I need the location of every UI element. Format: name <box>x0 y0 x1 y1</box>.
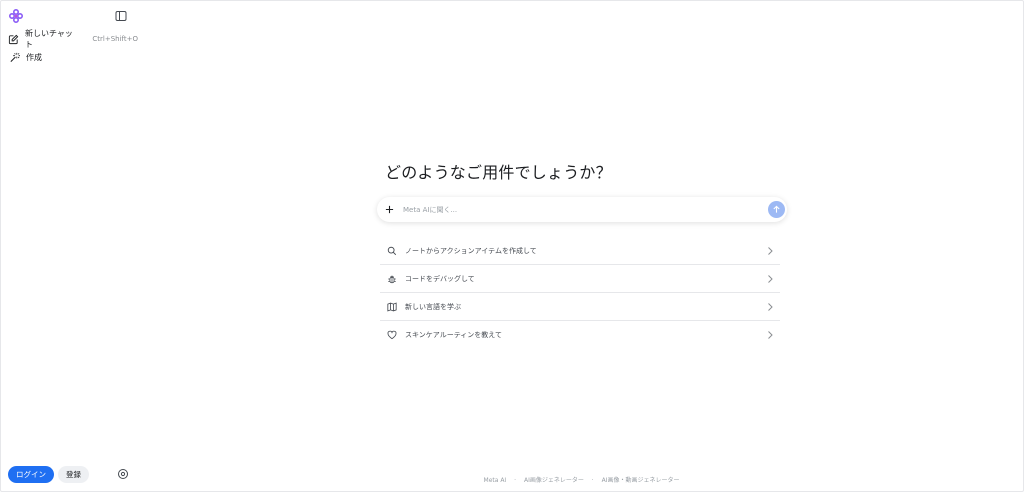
chevron-right-icon <box>768 331 773 339</box>
meta-ai-logo-icon[interactable] <box>8 8 24 24</box>
arrow-up-icon <box>773 205 780 213</box>
suggestion-item[interactable]: 新しい言語を学ぶ <box>380 293 780 321</box>
chevron-right-icon <box>768 275 773 283</box>
edit-icon <box>8 33 19 45</box>
new-chat-label: 新しいチャット <box>25 29 73 49</box>
ask-bar <box>377 197 787 222</box>
chevron-right-icon <box>768 303 773 311</box>
footer-link-image-video-generator[interactable]: AI画像・動画ジェネレーター <box>602 477 680 484</box>
footer-links: Meta AI · AI画像ジェネレーター · AI画像・動画ジェネレーター <box>0 475 1024 484</box>
magic-wand-icon <box>8 51 20 63</box>
sidebar: 新しいチャット Ctrl+Shift+O 作成 ログイン 登録 <box>0 0 138 492</box>
create-label: 作成 <box>26 52 42 62</box>
heart-icon <box>386 329 398 341</box>
suggestion-label: 新しい言語を学ぶ <box>405 302 461 311</box>
page-title: どのようなご用件でしょうか？ <box>385 163 612 182</box>
chevron-right-icon <box>768 247 773 255</box>
footer-separator: · <box>514 477 517 484</box>
suggestion-list: ノートからアクションアイテムを作成して コードをデバッグして 新しい言語を学ぶ … <box>380 237 780 349</box>
footer-link-meta-ai[interactable]: Meta AI <box>484 477 507 484</box>
create-button[interactable]: 作成 <box>8 49 42 65</box>
suggestion-item[interactable]: スキンケアルーティンを教えて <box>380 321 780 349</box>
sidebar-toggle-icon[interactable] <box>114 9 128 23</box>
plus-icon <box>385 205 394 214</box>
suggestion-item[interactable]: コードをデバッグして <box>380 265 780 293</box>
suggestion-label: ノートからアクションアイテムを作成して <box>405 246 537 255</box>
bug-icon <box>386 273 398 285</box>
send-button[interactable] <box>768 201 785 218</box>
suggestion-item[interactable]: ノートからアクションアイテムを作成して <box>380 237 780 265</box>
suggestion-label: コードをデバッグして <box>405 274 475 283</box>
new-chat-shortcut: Ctrl+Shift+O <box>92 35 138 43</box>
map-icon <box>386 301 398 313</box>
ask-input[interactable] <box>403 205 743 214</box>
new-chat-button[interactable]: 新しいチャット Ctrl+Shift+O <box>8 29 138 49</box>
add-attachment-button[interactable] <box>382 202 397 217</box>
search-icon <box>386 245 398 257</box>
footer-link-image-generator[interactable]: AI画像ジェネレーター <box>524 477 584 484</box>
footer-separator: · <box>591 477 594 484</box>
suggestion-label: スキンケアルーティンを教えて <box>405 331 502 339</box>
